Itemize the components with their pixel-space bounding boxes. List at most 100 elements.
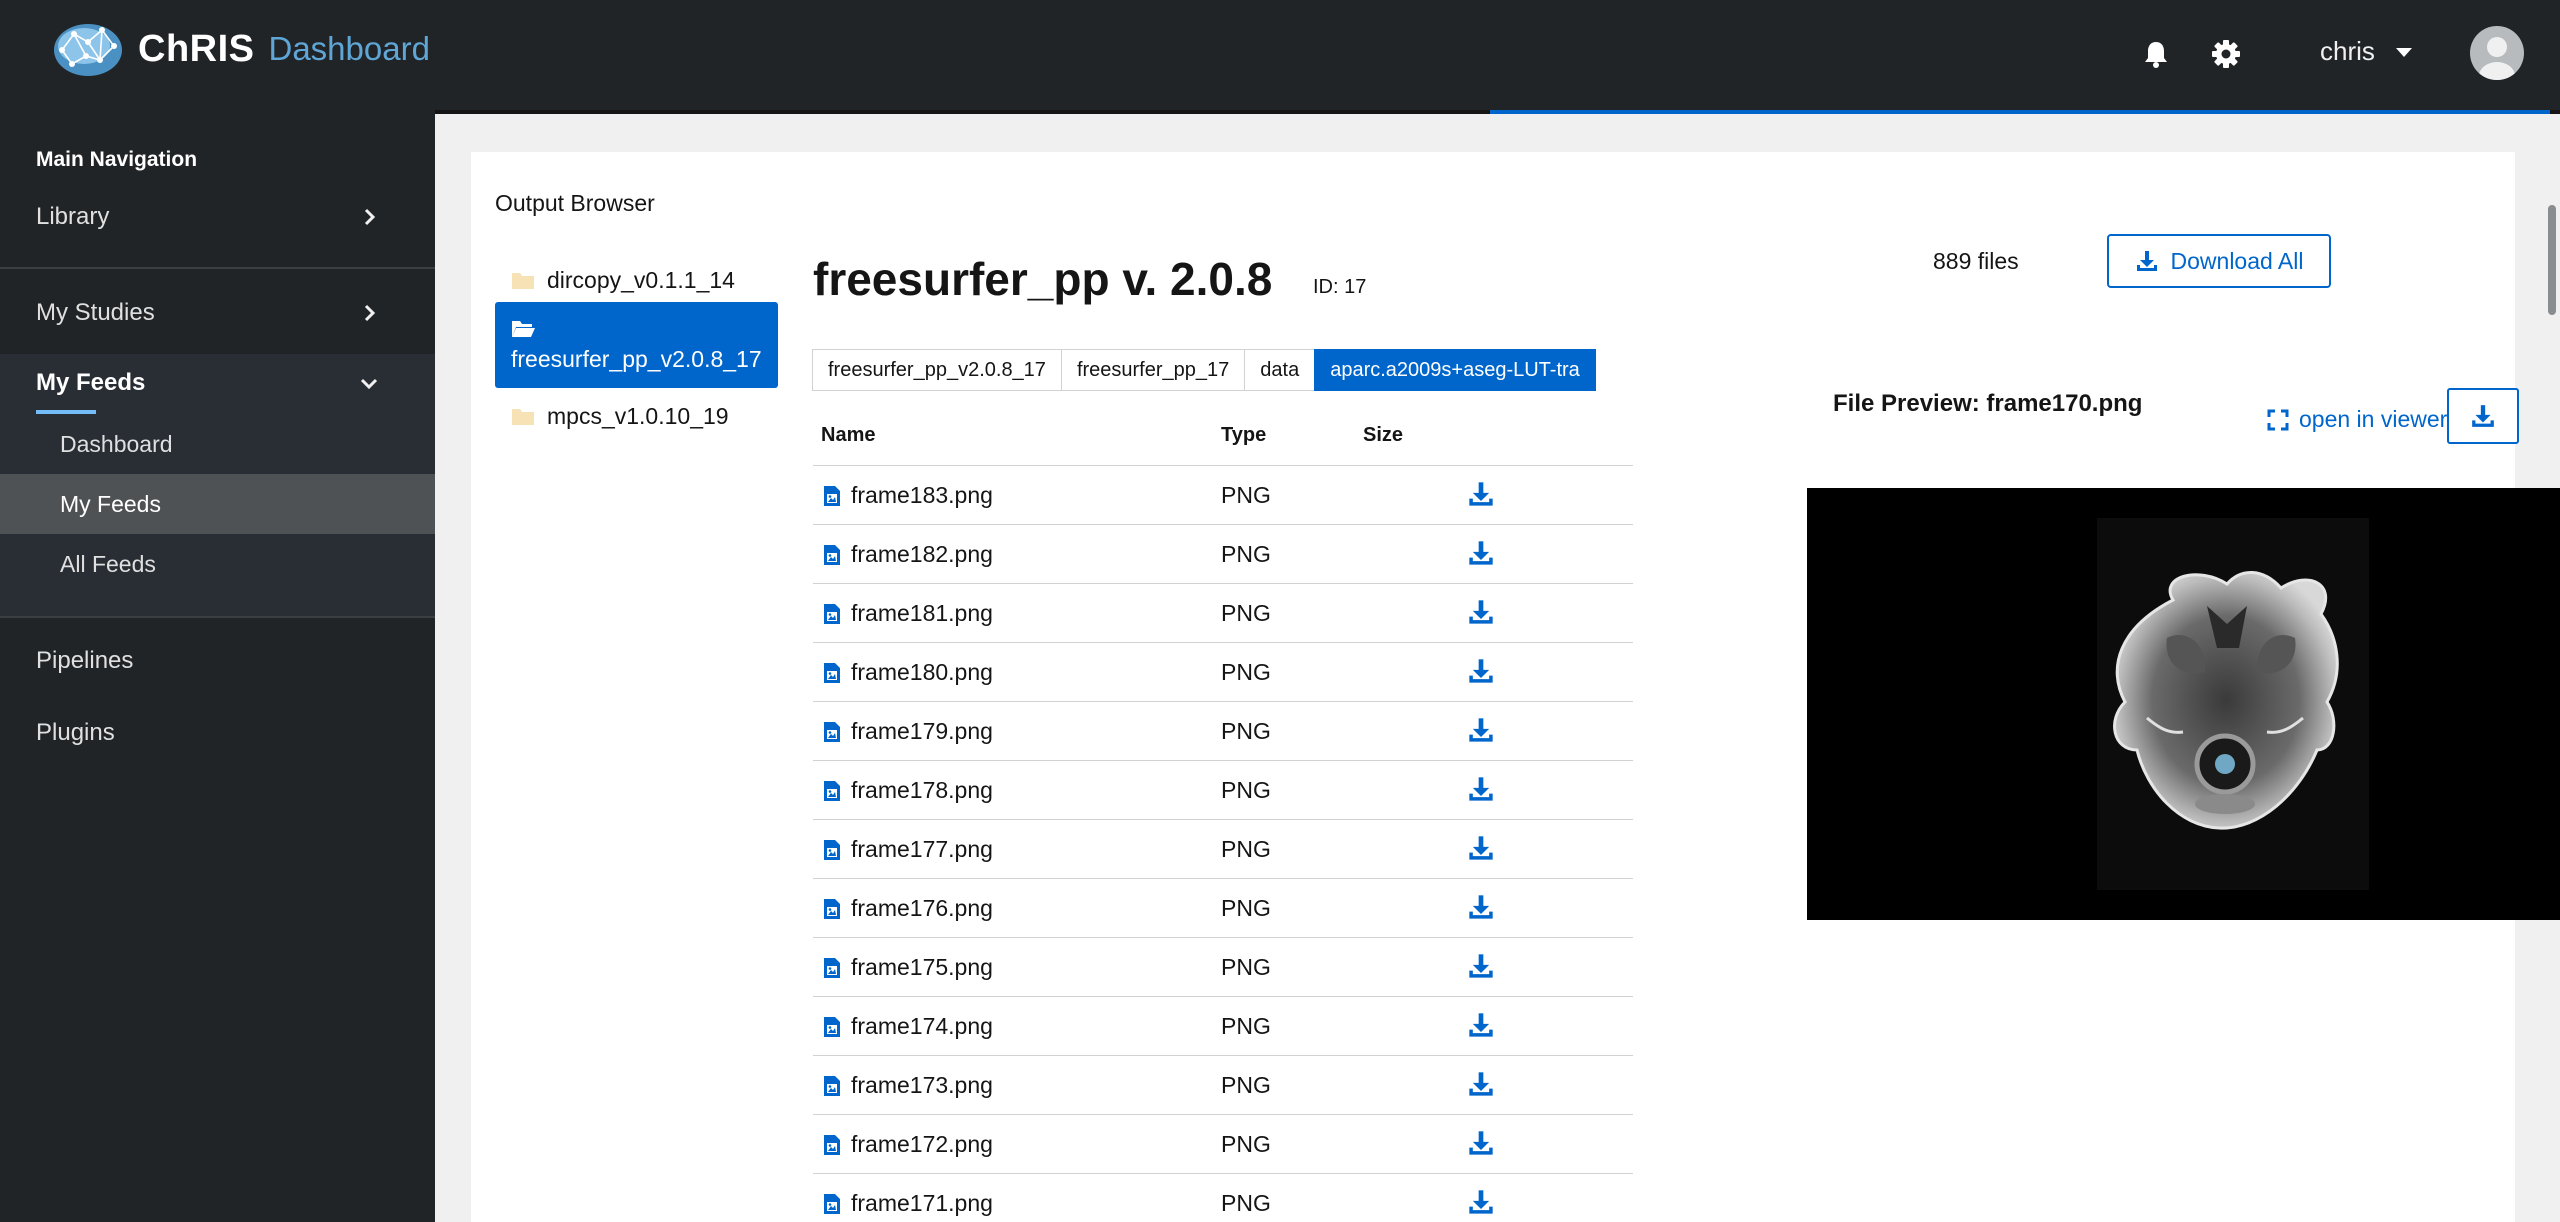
chris-logo-icon [54,24,122,76]
card-title: Output Browser [495,190,655,216]
download-icon[interactable] [1467,1188,1495,1216]
chevron-right-icon [364,304,376,322]
download-icon[interactable] [1467,480,1495,508]
download-icon[interactable] [1467,657,1495,685]
caret-down-icon [2395,47,2412,57]
download-icon[interactable] [1467,1011,1495,1039]
download-icon[interactable] [1467,716,1495,744]
file-table-header: Name Type Size [813,414,1633,466]
masthead: ChRIS Dashboard chris [0,0,2560,110]
table-row[interactable]: frame179.png PNG [813,702,1633,761]
progress-highlight [1490,110,2550,114]
download-icon[interactable] [1467,1129,1495,1157]
file-type: PNG [1221,1013,1271,1039]
file-name-cell[interactable]: frame183.png [823,482,993,509]
file-name-cell[interactable]: frame173.png [823,1072,993,1099]
file-name-cell[interactable]: frame179.png [823,718,993,745]
file-name-cell[interactable]: frame182.png [823,541,993,568]
download-all-button[interactable]: Download All [2107,234,2331,288]
sidebar-item-label: Library [36,203,110,230]
file-name-cell[interactable]: frame181.png [823,600,993,627]
sidebar-item-my-studies[interactable]: My Studies [0,290,435,336]
file-name-cell[interactable]: frame171.png [823,1190,993,1217]
download-icon[interactable] [1467,893,1495,921]
user-dropdown[interactable]: chris [2320,36,2413,67]
file-name-cell[interactable]: frame178.png [823,777,993,804]
brand[interactable]: ChRIS Dashboard [48,16,430,82]
table-row[interactable]: frame171.png PNG [813,1174,1633,1222]
column-header-name[interactable]: Name [821,424,875,447]
sidebar-item-my-feeds[interactable]: My Feeds [0,360,435,406]
sidebar-subitem-dashboard[interactable]: Dashboard [0,414,435,474]
divider [0,616,435,618]
chevron-down-icon [360,378,378,390]
download-icon[interactable] [1467,598,1495,626]
dir-item[interactable]: dircopy_v0.1.1_14 [495,262,778,298]
file-name-cell[interactable]: frame177.png [823,836,993,863]
download-all-label: Download All [2170,247,2304,274]
download-icon[interactable] [1467,539,1495,567]
sidebar-item-plugins[interactable]: Plugins [0,710,435,756]
file-type: PNG [1221,836,1271,862]
image-preview[interactable] [1807,488,2560,920]
sidebar-subitem-label: My Feeds [60,490,161,517]
table-row[interactable]: frame180.png PNG [813,643,1633,702]
gear-icon[interactable] [2208,36,2244,72]
table-row[interactable]: frame175.png PNG [813,938,1633,997]
avatar[interactable] [2470,26,2524,80]
column-header-type[interactable]: Type [1221,424,1266,447]
preview-title: File Preview: frame170.png [1833,390,2143,417]
column-header-size[interactable]: Size [1363,424,1403,447]
output-browser-card: Output Browser dircopy_v0.1.1_14 freesur… [471,152,2560,1222]
open-in-viewer-link[interactable]: open in viewer [2267,406,2447,433]
bell-icon[interactable] [2138,36,2174,72]
table-row[interactable]: frame176.png PNG [813,879,1633,938]
file-name-cell[interactable]: frame180.png [823,659,993,686]
preview-download-button[interactable] [2447,388,2519,444]
file-image-icon [824,1075,840,1096]
breadcrumb-item-current[interactable]: aparc.a2009s+aseg-LUT-tra [1314,349,1596,391]
sidebar-subitem-my-feeds[interactable]: My Feeds [0,474,435,534]
table-row[interactable]: frame178.png PNG [813,761,1633,820]
file-name-cell[interactable]: frame176.png [823,895,993,922]
table-row[interactable]: frame181.png PNG [813,584,1633,643]
sidebar-item-library[interactable]: Library [0,194,435,240]
table-row[interactable]: frame173.png PNG [813,1056,1633,1115]
file-image-icon [824,1016,840,1037]
file-name: frame173.png [851,1072,993,1098]
download-icon[interactable] [1467,1070,1495,1098]
mri-scan-image [1807,488,2560,920]
download-icon[interactable] [1467,775,1495,803]
table-row[interactable]: frame174.png PNG [813,997,1633,1056]
breadcrumb-item[interactable]: freesurfer_pp_17 [1060,349,1246,391]
table-row[interactable]: frame172.png PNG [813,1115,1633,1174]
table-row[interactable]: frame177.png PNG [813,820,1633,879]
sidebar-subitem-all-feeds[interactable]: All Feeds [0,534,435,594]
download-icon[interactable] [1467,834,1495,862]
brand-name: ChRIS [138,27,255,70]
file-name-cell[interactable]: frame175.png [823,954,993,981]
file-type: PNG [1221,954,1271,980]
file-name-cell[interactable]: frame172.png [823,1131,993,1158]
breadcrumb-item[interactable]: data [1244,349,1316,391]
sidebar-subitem-label: Dashboard [60,430,173,457]
file-name-cell[interactable]: frame174.png [823,1013,993,1040]
file-type: PNG [1221,1190,1271,1216]
breadcrumb-item[interactable]: freesurfer_pp_v2.0.8_17 [812,349,1062,391]
dir-item-selected[interactable]: freesurfer_pp_v2.0.8_17 [495,302,778,388]
download-icon[interactable] [1467,952,1495,980]
table-row[interactable]: frame183.png PNG [813,466,1633,525]
files-count: 889 files [1933,248,2019,274]
dir-label: freesurfer_pp_v2.0.8_17 [511,345,762,372]
table-row[interactable]: frame182.png PNG [813,525,1633,584]
file-image-icon [824,1193,840,1214]
file-type: PNG [1221,1072,1271,1098]
sidebar-item-pipelines[interactable]: Pipelines [0,638,435,684]
dir-item[interactable]: mpcs_v1.0.10_19 [495,398,778,434]
nav-section-title: Main Navigation [36,148,198,171]
sidebar-item-label: Pipelines [36,647,134,674]
scrollbar[interactable] [2548,205,2556,315]
breadcrumb: freesurfer_pp_v2.0.8_17 freesurfer_pp_17… [812,349,1596,391]
file-image-icon [824,898,840,919]
file-image-icon [824,1134,840,1155]
